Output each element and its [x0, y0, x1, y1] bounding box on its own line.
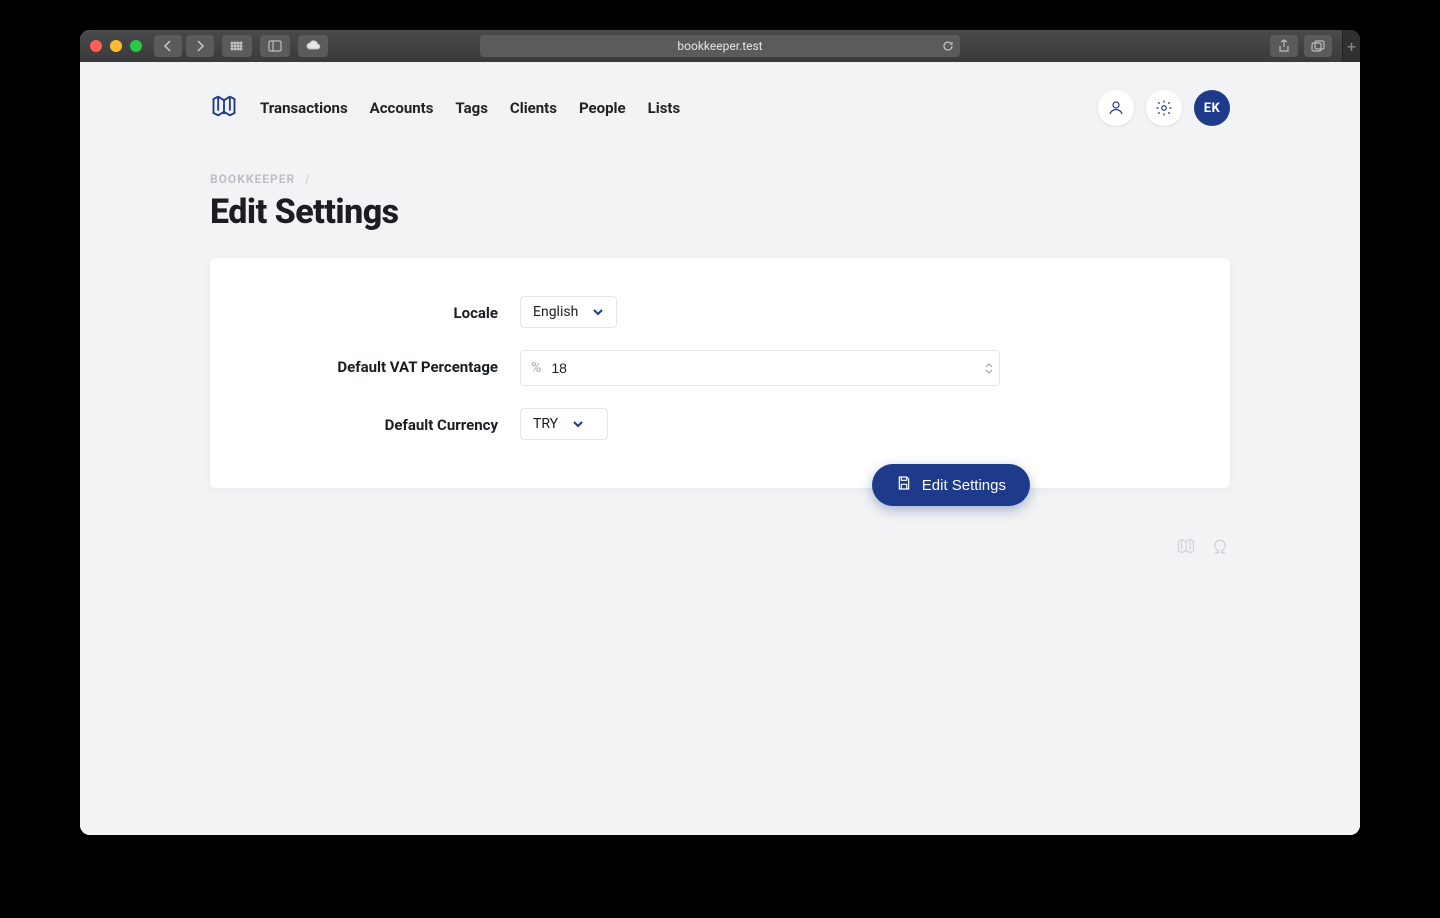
forward-button[interactable] — [186, 35, 214, 57]
settings-button[interactable] — [1146, 90, 1182, 126]
nav-lists[interactable]: Lists — [648, 99, 681, 117]
chevron-down-icon — [572, 419, 584, 429]
submit-label: Edit Settings — [922, 477, 1006, 494]
back-button[interactable] — [154, 35, 182, 57]
avatar-initials: EK — [1204, 101, 1221, 116]
avatar[interactable]: EK — [1194, 90, 1230, 126]
reload-icon[interactable] — [942, 40, 954, 52]
percent-icon: % — [531, 360, 541, 376]
vat-input-wrapper: % — [520, 350, 1000, 386]
address-bar[interactable]: bookkeeper.test — [480, 35, 960, 57]
number-stepper[interactable] — [985, 362, 993, 375]
cloud-button[interactable] — [298, 35, 328, 57]
save-icon — [896, 475, 912, 495]
nav-links: Transactions Accounts Tags Clients Peopl… — [260, 99, 680, 117]
brand-logo-icon[interactable] — [210, 92, 238, 124]
chevron-down-icon — [592, 307, 604, 317]
vat-label: Default VAT Percentage — [260, 350, 520, 376]
currency-value: TRY — [533, 416, 558, 432]
footer-icons — [210, 536, 1230, 560]
breadcrumb-root[interactable]: BOOKKEEPER — [210, 172, 295, 186]
nav-people[interactable]: People — [579, 99, 626, 117]
nav-tags[interactable]: Tags — [455, 99, 488, 117]
breadcrumb: BOOKKEEPER / — [210, 172, 1230, 186]
map-icon[interactable] — [1176, 536, 1196, 560]
share-button[interactable] — [1270, 35, 1298, 57]
locale-label: Locale — [260, 296, 520, 322]
nav-accounts[interactable]: Accounts — [370, 99, 434, 117]
nav-transactions[interactable]: Transactions — [260, 99, 348, 117]
history-nav — [154, 35, 214, 57]
currency-select[interactable]: TRY — [520, 408, 608, 440]
currency-label: Default Currency — [260, 408, 520, 434]
close-window-button[interactable] — [90, 40, 102, 52]
browser-window: bookkeeper.test + Transactions Ac — [80, 30, 1360, 835]
sidebar-toggle-button[interactable] — [260, 35, 290, 57]
breadcrumb-separator: / — [305, 172, 310, 186]
profile-button[interactable] — [1098, 90, 1134, 126]
locale-value: English — [533, 304, 578, 320]
titlebar: bookkeeper.test + — [80, 30, 1360, 62]
grid-view-button[interactable] — [222, 35, 252, 57]
address-text: bookkeeper.test — [677, 39, 762, 53]
settings-card: Locale English Default VAT Percentage — [210, 258, 1230, 488]
nav-clients[interactable]: Clients — [510, 99, 557, 117]
topnav: Transactions Accounts Tags Clients Peopl… — [210, 90, 1230, 126]
omega-icon[interactable] — [1210, 536, 1230, 560]
edit-settings-button[interactable]: Edit Settings — [872, 464, 1030, 506]
minimize-window-button[interactable] — [110, 40, 122, 52]
window-controls — [90, 40, 142, 52]
tabs-button[interactable] — [1304, 35, 1332, 57]
page: Transactions Accounts Tags Clients Peopl… — [80, 62, 1360, 835]
vat-input[interactable] — [551, 360, 989, 376]
new-tab-button[interactable]: + — [1342, 30, 1360, 62]
zoom-window-button[interactable] — [130, 40, 142, 52]
locale-select[interactable]: English — [520, 296, 617, 328]
page-title: Edit Settings — [210, 192, 1230, 232]
